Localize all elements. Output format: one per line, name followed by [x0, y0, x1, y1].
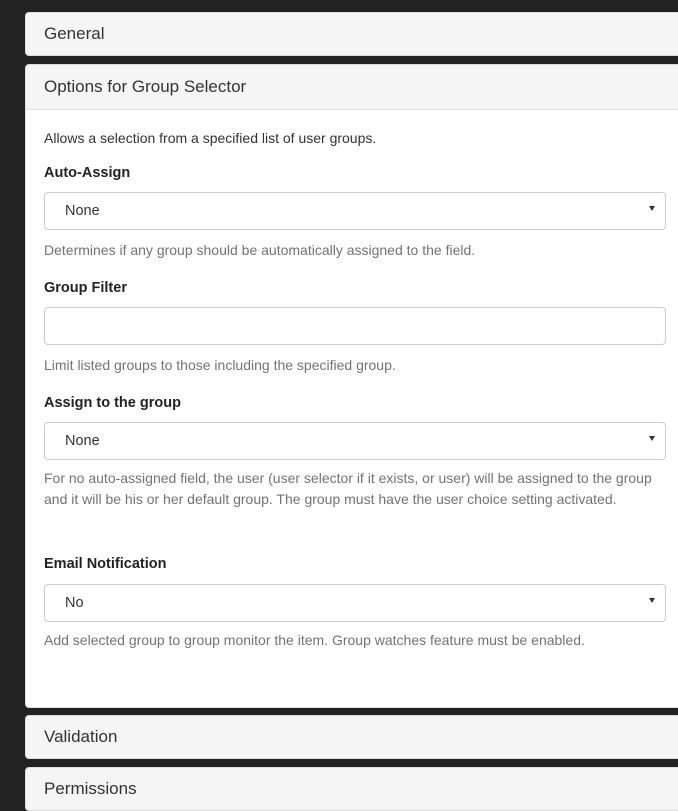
panel-options-header[interactable]: Options for Group Selector [26, 65, 678, 110]
auto-assign-help: Determines if any group should be automa… [44, 242, 476, 258]
group-filter-label: Group Filter [44, 280, 127, 296]
panel-permissions[interactable]: Permissions [25, 767, 678, 811]
assign-group-select[interactable]: None [44, 422, 666, 460]
group-filter-input[interactable] [44, 307, 666, 345]
panel-options: Options for Group Selector Allows a sele… [25, 64, 678, 708]
email-notification-help: Add selected group to group monitor the … [44, 632, 585, 648]
assign-group-help: For no auto-assigned field, the user (us… [44, 470, 652, 507]
panel-general[interactable]: General [25, 12, 678, 56]
panel-general-title: General [44, 24, 105, 43]
auto-assign-select[interactable]: None [44, 192, 666, 230]
assign-group-value: None [65, 433, 100, 449]
auto-assign-value: None [65, 203, 100, 219]
auto-assign-label: Auto-Assign [44, 165, 131, 181]
panel-validation[interactable]: Validation [25, 715, 678, 759]
panel-validation-title: Validation [44, 727, 118, 746]
panel-permissions-title: Permissions [44, 779, 137, 798]
email-notification-value: No [65, 595, 84, 611]
caret-down-icon [649, 436, 655, 441]
caret-down-icon [649, 206, 655, 211]
assign-group-label: Assign to the group [44, 395, 181, 411]
panel-options-title: Options for Group Selector [44, 77, 247, 96]
options-description: Allows a selection from a specified list… [44, 130, 377, 146]
caret-down-icon [649, 598, 655, 603]
email-notification-label: Email Notification [44, 556, 167, 572]
email-notification-select[interactable]: No [44, 584, 666, 622]
group-filter-help: Limit listed groups to those including t… [44, 357, 396, 373]
